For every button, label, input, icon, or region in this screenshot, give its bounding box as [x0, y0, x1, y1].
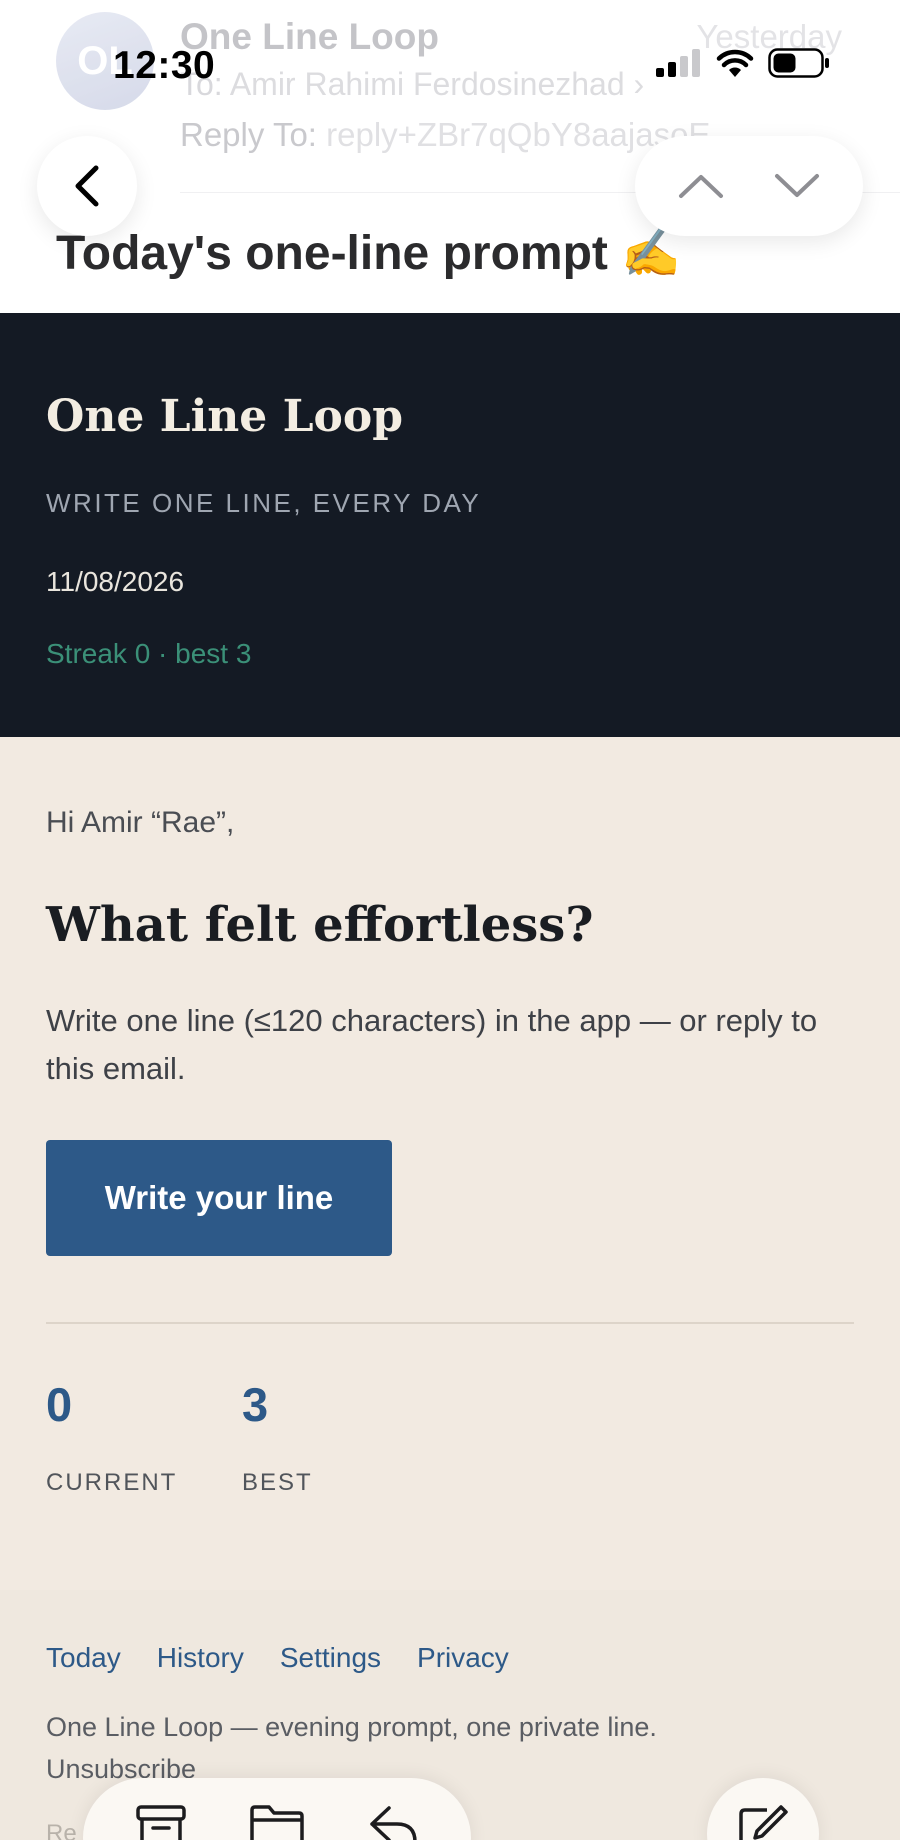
folder-icon: [250, 1805, 304, 1840]
email-subject: Today's one-line prompt ✍️: [56, 227, 681, 280]
archive-icon: [136, 1805, 186, 1840]
email-body: Hi Amir “Rae”, What felt effortless? Wri…: [0, 737, 900, 1590]
footer-faded-text: Re: [46, 1820, 77, 1840]
battery-icon: [768, 48, 829, 78]
reply-icon: [370, 1806, 417, 1840]
sender-name[interactable]: One Line Loop: [180, 16, 439, 58]
prompt-question: What felt effortless?: [46, 897, 594, 953]
back-button[interactable]: [37, 136, 137, 236]
footer-link-privacy[interactable]: Privacy: [417, 1642, 509, 1674]
to-recipient[interactable]: Amir Rahimi Ferdosinezhad: [230, 66, 625, 102]
email-hero: One Line Loop WRITE ONE LINE, EVERY DAY …: [0, 313, 900, 737]
best-streak-label: BEST: [242, 1469, 313, 1496]
reply-to-label: Reply To:: [180, 116, 317, 153]
chevron-down-icon: [775, 174, 819, 197]
current-streak-label: CURRENT: [46, 1469, 178, 1496]
current-streak-value: 0: [46, 1378, 73, 1431]
move-to-folder-button[interactable]: [232, 1778, 322, 1840]
brand-tagline: WRITE ONE LINE, EVERY DAY: [46, 488, 482, 518]
wifi-icon: [716, 49, 754, 77]
previous-message-button[interactable]: [661, 146, 741, 226]
streak-summary: Streak 0 · best 3: [46, 638, 252, 669]
cellular-signal-icon: [656, 49, 700, 77]
compose-icon: [739, 1805, 788, 1840]
greeting: Hi Amir “Rae”,: [46, 806, 235, 839]
chevron-left-icon: [75, 165, 99, 207]
prompt-date: 11/08/2026: [46, 566, 185, 597]
footer-link-history[interactable]: History: [157, 1642, 244, 1674]
bottom-toolbar: [83, 1778, 471, 1840]
reply-button[interactable]: [348, 1778, 438, 1840]
prompt-instructions: Write one line (≤120 characters) in the …: [46, 1003, 818, 1086]
footer-links: Today History Settings Privacy: [46, 1642, 509, 1674]
write-your-line-button[interactable]: Write your line: [46, 1140, 392, 1256]
footer-note: One Line Loop — evening prompt, one priv…: [46, 1712, 657, 1742]
best-streak-value: 3: [242, 1378, 269, 1431]
to-line[interactable]: To: Amir Rahimi Ferdosinezhad ›: [180, 66, 644, 103]
stats-divider: [46, 1322, 854, 1324]
footer-link-today[interactable]: Today: [46, 1642, 121, 1674]
status-time: 12:30: [113, 44, 216, 87]
chevron-right-icon: ›: [633, 66, 645, 102]
message-nav-pill: [635, 136, 863, 236]
archive-button[interactable]: [116, 1778, 206, 1840]
footer-link-settings[interactable]: Settings: [280, 1642, 381, 1674]
next-message-button[interactable]: [757, 146, 837, 226]
status-icons: [656, 48, 830, 78]
brand-title: One Line Loop: [46, 391, 403, 442]
chevron-up-icon: [679, 175, 723, 198]
